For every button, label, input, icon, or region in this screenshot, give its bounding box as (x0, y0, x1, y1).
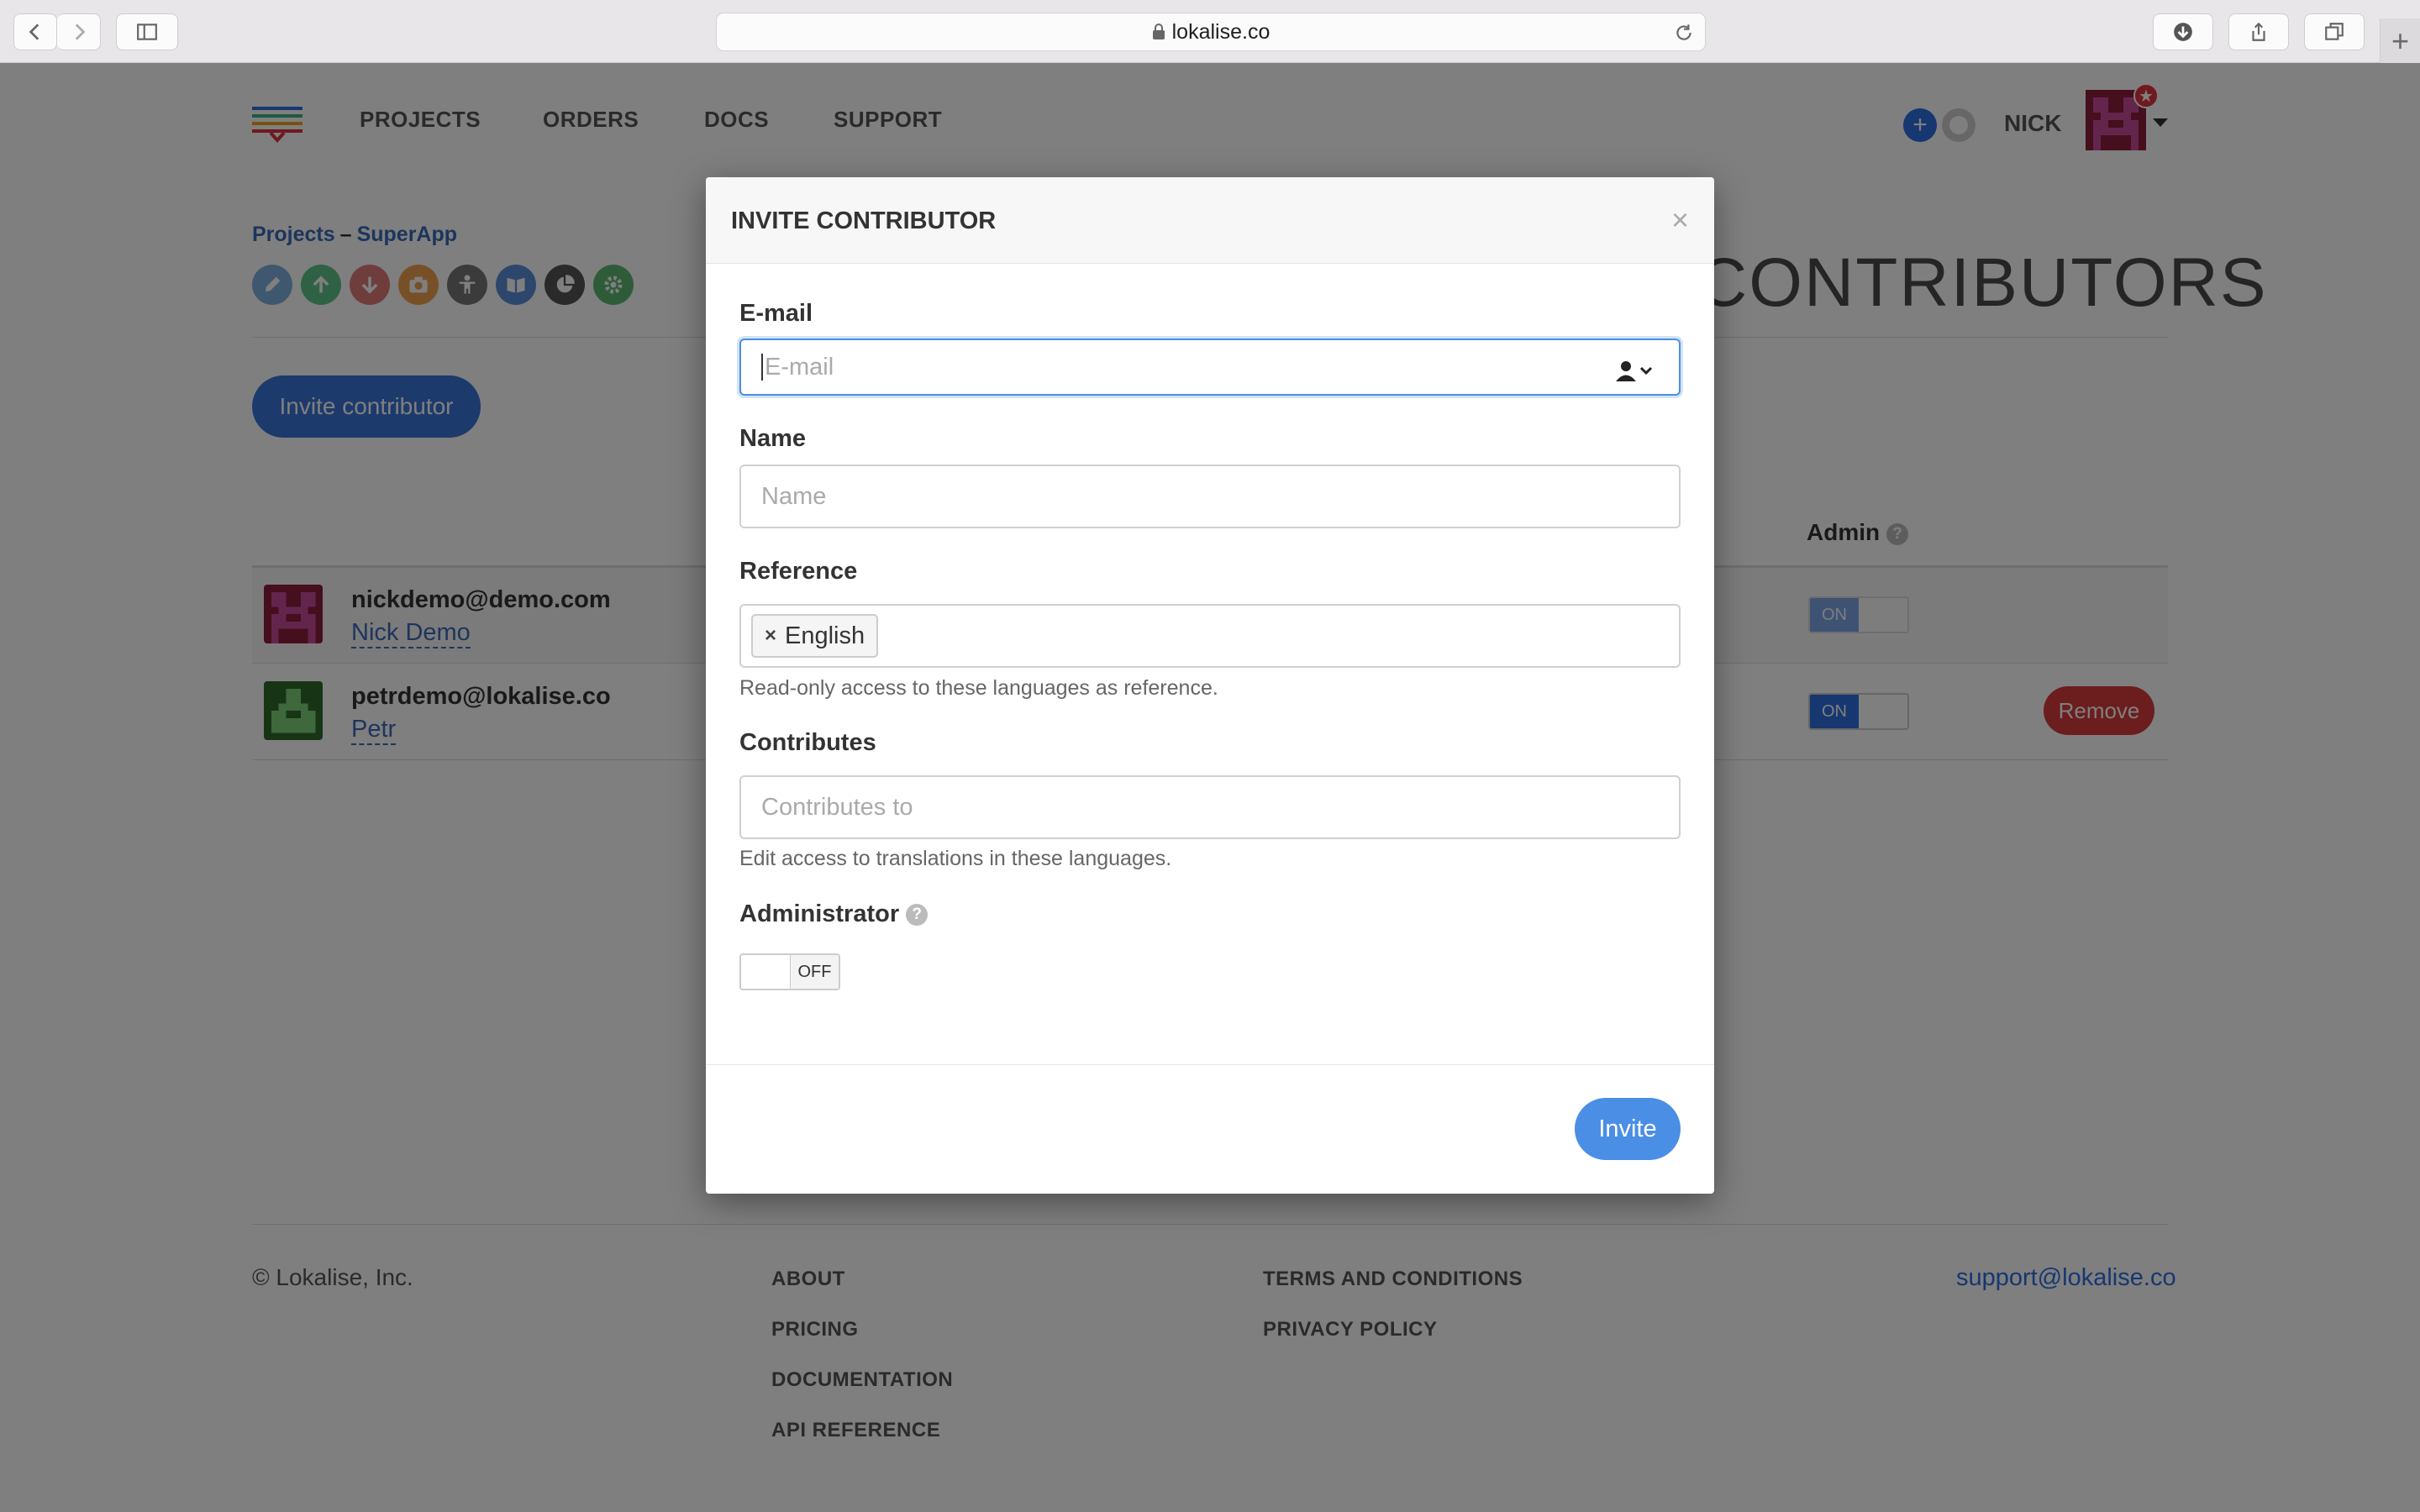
name-field[interactable]: Name (739, 465, 1681, 528)
contact-picker-icon[interactable] (1613, 359, 1655, 384)
email-label: E-mail (739, 300, 813, 327)
url-text: lokalise.co (1171, 19, 1270, 44)
new-tab-button[interactable]: + (2380, 18, 2420, 63)
name-placeholder: Name (761, 482, 827, 510)
administrator-label-text: Administrator (739, 900, 900, 927)
contributes-placeholder: Contributes to (761, 793, 913, 821)
back-button[interactable] (13, 13, 57, 50)
plus-icon: + (2391, 23, 2410, 58)
reference-hint: Read-only access to these languages as r… (739, 676, 1218, 700)
email-placeholder: E-mail (765, 353, 834, 381)
tag-label: English (785, 622, 865, 649)
reference-select[interactable]: × English (739, 604, 1681, 668)
invite-button[interactable]: Invite (1575, 1098, 1681, 1160)
name-label: Name (739, 425, 806, 452)
chevron-right-icon (75, 24, 85, 40)
toggle-off-label: OFF (790, 955, 839, 989)
language-tag[interactable]: × English (751, 614, 879, 658)
modal-title: INVITE CONTRIBUTOR (731, 207, 997, 234)
reload-icon[interactable] (1673, 22, 1695, 44)
share-icon (2252, 22, 2265, 41)
close-icon[interactable]: × (1671, 202, 1689, 238)
modal-backdrop[interactable]: INVITE CONTRIBUTOR × E-mail E-mail Name … (0, 63, 2420, 1512)
text-cursor (761, 354, 763, 381)
email-field[interactable]: E-mail (739, 339, 1681, 396)
tabs-icon (2325, 23, 2344, 40)
tabs-overview-button[interactable] (2304, 13, 2365, 50)
reference-label: Reference (739, 558, 858, 585)
contributes-select[interactable]: Contributes to (739, 775, 1681, 839)
modal-header: INVITE CONTRIBUTOR × (706, 177, 1714, 264)
share-button[interactable] (2228, 13, 2289, 50)
chevron-left-icon (29, 24, 39, 40)
administrator-toggle[interactable]: OFF (739, 953, 840, 990)
browser-toolbar: lokalise.co + (0, 0, 2420, 63)
help-icon[interactable]: ? (906, 904, 929, 927)
contributes-hint: Edit access to translations in these lan… (739, 847, 1172, 870)
modal-footer-divider (706, 1064, 1714, 1065)
lock-icon (1152, 24, 1165, 39)
forward-button[interactable] (57, 13, 101, 50)
sidebar-icon (137, 24, 157, 40)
invite-contributor-dialog: INVITE CONTRIBUTOR × E-mail E-mail Name … (706, 177, 1714, 1194)
sidebar-toggle-button[interactable] (116, 13, 178, 50)
download-icon (2174, 23, 2192, 41)
address-bar[interactable]: lokalise.co (716, 13, 1706, 51)
contributes-label: Contributes (739, 729, 876, 756)
remove-tag-icon[interactable]: × (765, 624, 776, 648)
administrator-label: Administrator? (739, 900, 929, 928)
downloads-button[interactable] (2153, 13, 2213, 50)
